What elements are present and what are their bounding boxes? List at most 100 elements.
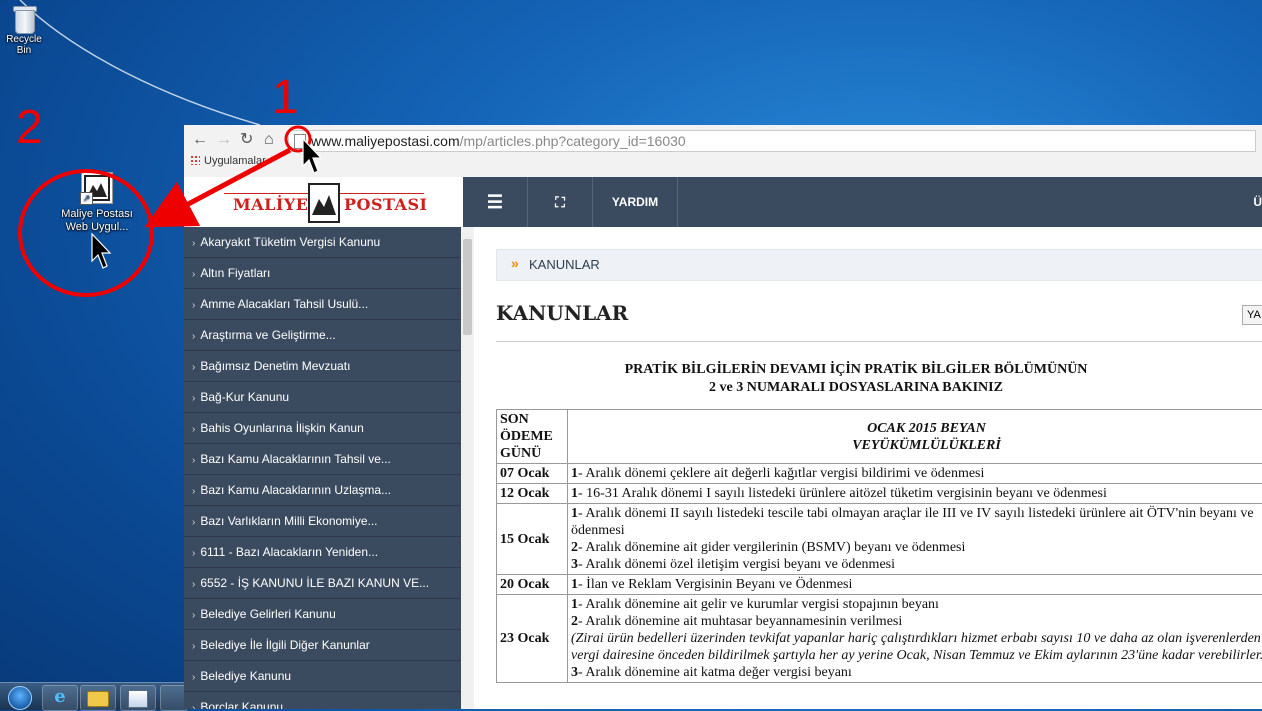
taskbar-media-player[interactable] — [120, 685, 156, 711]
help-link[interactable]: YARDIM — [593, 177, 678, 227]
windows-orb-icon — [8, 686, 32, 710]
url-host: www.maliyepostasi.com — [311, 133, 460, 149]
sidebar-item-label: Amme Alacakları Tahsil Usulü... — [200, 297, 368, 311]
taskbar-internet-explorer[interactable]: e — [42, 685, 78, 711]
address-bar[interactable]: www.maliyepostasi.com/mp/articles.php?ca… — [288, 130, 1256, 152]
obligation-line: 1- İlan ve Reklam Vergisinin Beyanı ve Ö… — [571, 576, 1262, 593]
header-line: OCAK 2015 BEYAN — [571, 420, 1262, 437]
obligation-line: 1- Aralık dönemi II sayılı listedeki tes… — [571, 505, 1262, 539]
recycle-bin-icon[interactable]: Recycle Bin — [2, 2, 46, 56]
obligation-line: 1- Aralık dönemi çeklere ait değerli kağ… — [571, 465, 1262, 482]
sidebar-item-label: Bazı Kamu Alacaklarının Uzlaşma... — [200, 483, 391, 497]
sidebar-item[interactable]: ›Belediye Gelirleri Kanunu — [184, 599, 461, 630]
sidebar-item-label: Borçlar Kanunu — [200, 700, 283, 709]
sidebar-scrollbar[interactable] — [461, 227, 474, 709]
sidebar-item-label: Belediye Gelirleri Kanunu — [200, 607, 335, 621]
obligation-line: 3- Aralık dönemi özel iletişim vergisi b… — [571, 556, 1262, 573]
maliye-postasi-shortcut[interactable]: ↗ Maliye Postası Web Uygul... — [50, 172, 144, 234]
sidebar-item[interactable]: ›Akaryakıt Tüketim Vergisi Kanunu — [184, 227, 461, 258]
page-action-button[interactable]: YA — [1242, 305, 1262, 325]
info-line: 2 ve 3 NUMARALI DOSYASLARINA BAKINIZ — [496, 379, 1216, 397]
sidebar-item[interactable]: ›Altın Fiyatları — [184, 258, 461, 289]
taskbar-file-explorer[interactable] — [80, 685, 116, 711]
internet-explorer-icon: e — [43, 686, 77, 708]
double-chevron-icon: » — [511, 255, 519, 271]
expand-icon[interactable]: ⛶ — [528, 177, 593, 227]
sidebar-item[interactable]: ›Bağımsız Denetim Mevzuatı — [184, 351, 461, 382]
sidebar-item-label: Belediye Kanunu — [200, 669, 291, 683]
site-logo[interactable]: MALİYE POSTASI — [184, 177, 463, 227]
sidebar-item[interactable]: › 6111 - Bazı Alacakların Yeniden... — [184, 537, 461, 568]
nav-right-item[interactable]: Ü — [1253, 177, 1262, 227]
sidebar-item[interactable]: ›Araştırma ve Geliştirme... — [184, 320, 461, 351]
hamburger-menu-icon[interactable]: ☰ — [463, 177, 528, 227]
sidebar-item-label: Bağ-Kur Kanunu — [200, 390, 289, 404]
start-button[interactable] — [6, 685, 34, 709]
obligation-line: 2- Aralık dönemine ait muhtasar beyannam… — [571, 613, 1262, 630]
chevron-right-icon: › — [192, 362, 195, 373]
sidebar-item[interactable]: › Belediye Kanunu — [184, 661, 461, 692]
item-text: - Aralık dönemi çeklere ait değerli kağı… — [578, 466, 984, 481]
item-text: - İlan ve Reklam Vergisinin Beyanı ve Öd… — [578, 577, 852, 592]
due-day: 15 Ocak — [497, 504, 568, 575]
sidebar-item-label: 6111 - Bazı Alacakların Yeniden... — [200, 545, 378, 559]
sidebar-item[interactable]: › Bazı Kamu Alacaklarının Tahsil ve... — [184, 444, 461, 475]
obligation-line: 1- 16-31 Aralık dönemi I sayılı listedek… — [571, 485, 1262, 502]
item-text: - 16-31 Aralık dönemi I sayılı listedeki… — [578, 486, 1107, 501]
scrollbar-thumb[interactable] — [463, 239, 472, 335]
back-arrow-icon[interactable]: ← — [192, 131, 208, 149]
url-path: /mp/articles.php?category_id=16030 — [460, 133, 686, 149]
sidebar-item[interactable]: ›Bazı Kamu Alacaklarının Uzlaşma... — [184, 475, 461, 506]
chevron-right-icon: › — [192, 548, 195, 559]
sidebar-item[interactable]: ›Bazı Varlıkların Milli Ekonomiye... — [184, 506, 461, 537]
table-row: 12 Ocak 1- 16-31 Aralık dönemi I sayılı … — [497, 484, 1262, 504]
info-notice: PRATİK BİLGİLERİN DEVAMI İÇİN PRATİK BİL… — [496, 361, 1216, 397]
obligation-line: 2- Aralık dönemine ait gider vergilerini… — [571, 539, 1262, 556]
page-icon[interactable] — [294, 134, 306, 149]
logo-text-right: POSTASI — [344, 195, 428, 214]
sidebar-item-label: Bazı Kamu Alacaklarının Tahsil ve... — [200, 452, 391, 466]
obligation-line: 3- Aralık dönemine ait katma değer vergi… — [571, 664, 1262, 681]
item-text: - Aralık dönemine ait gider vergilerinin… — [578, 540, 965, 555]
item-number: 3 — [571, 557, 578, 572]
obligations: 1- 16-31 Aralık dönemi I sayılı listedek… — [568, 484, 1262, 504]
reload-icon[interactable]: ↻ — [240, 131, 253, 149]
chevron-right-icon: › — [192, 579, 195, 590]
divider — [496, 341, 1262, 342]
folder-icon — [87, 691, 109, 707]
taskbar: e — [0, 682, 190, 710]
sidebar-item[interactable]: › Borçlar Kanunu — [184, 692, 461, 709]
sidebar-item[interactable]: ›Belediye İle İlgili Diğer Kanunlar — [184, 630, 461, 661]
apps-grid-icon — [190, 155, 200, 165]
obligations: 1- Aralık dönemine ait gelir ve kurumlar… — [568, 595, 1262, 683]
breadcrumb: » KANUNLAR — [496, 249, 1262, 281]
sidebar-item-label: Altın Fiyatları — [200, 266, 270, 280]
sidebar-item[interactable]: ›Bağ-Kur Kanunu — [184, 382, 461, 413]
item-number: 1 — [571, 506, 578, 521]
shortcut-image-icon: ↗ — [81, 172, 113, 204]
chevron-right-icon: › — [192, 424, 195, 435]
item-text: - Aralık dönemine ait gelir ve kurumlar … — [578, 597, 939, 612]
annotation-number-1: 1 — [272, 74, 299, 122]
bookmark-apps[interactable]: Uygulamalar — [204, 155, 266, 167]
obligations: 1- Aralık dönemi II sayılı listedeki tes… — [568, 504, 1262, 575]
chevron-right-icon: › — [192, 703, 195, 709]
sidebar-item[interactable]: › Amme Alacakları Tahsil Usulü... — [184, 289, 461, 320]
sidebar-item-label: 6552 - İŞ KANUNU İLE BAZI KANUN VE... — [200, 576, 429, 590]
sidebar-item[interactable]: › 6552 - İŞ KANUNU İLE BAZI KANUN VE... — [184, 568, 461, 599]
header-line: VEYÜKÜMLÜLÜKLERİ — [571, 437, 1262, 454]
table-row: 20 Ocak 1- İlan ve Reklam Vergisinin Bey… — [497, 575, 1262, 595]
sidebar-item[interactable]: ›Bahis Oyunlarına İlişkin Kanun — [184, 413, 461, 444]
chevron-right-icon: › — [192, 300, 195, 311]
table-row: 23 Ocak 1- Aralık dönemine ait gelir ve … — [497, 595, 1262, 683]
breadcrumb-item[interactable]: KANUNLAR — [529, 257, 600, 272]
chevron-right-icon: › — [192, 672, 195, 683]
home-icon[interactable]: ⌂ — [264, 131, 274, 149]
forward-arrow-icon[interactable]: → — [216, 131, 232, 149]
obligation-note: (Zirai ürün bedelleri üzerinden tevkifat… — [571, 630, 1262, 664]
logo-emblem-icon — [308, 183, 340, 223]
chevron-right-icon: › — [192, 455, 195, 466]
media-player-icon — [128, 690, 148, 708]
chevron-right-icon: › — [192, 517, 195, 528]
header-due-day: SON ÖDEME GÜNÜ — [497, 410, 568, 464]
